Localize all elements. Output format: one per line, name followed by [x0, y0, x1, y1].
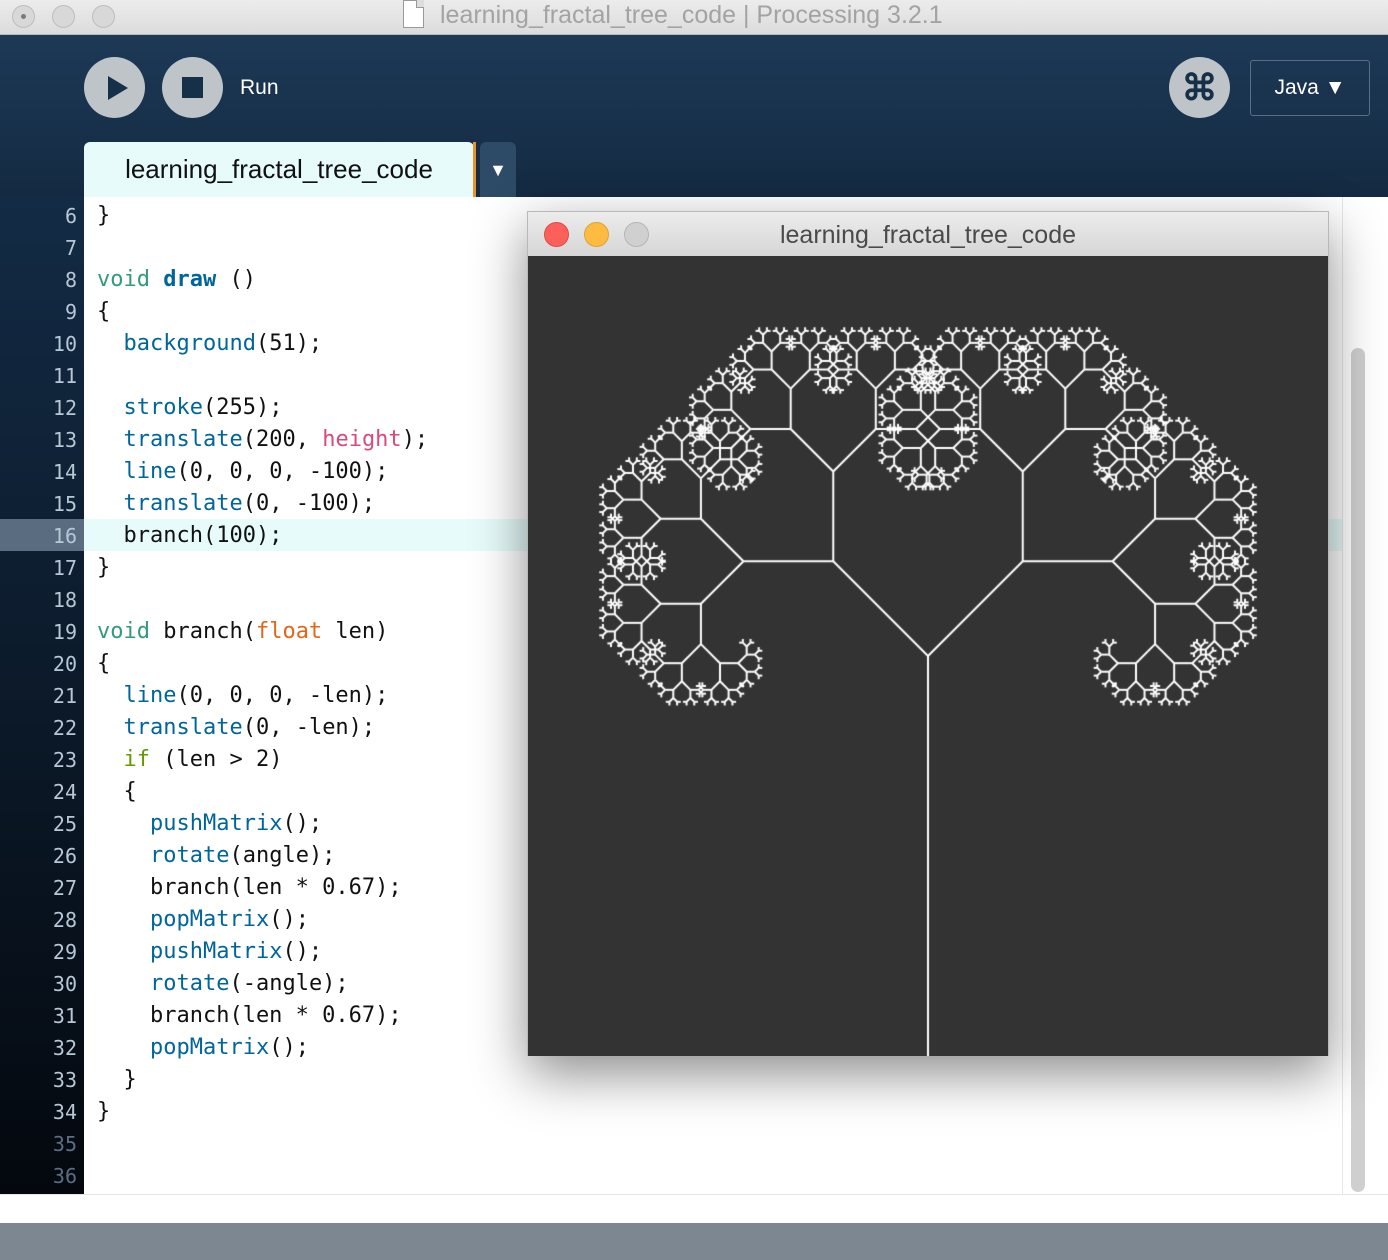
line-number: 32	[52, 1036, 77, 1060]
code-line[interactable]: branch(100);	[97, 520, 282, 552]
code-line[interactable]: {	[97, 776, 136, 808]
line-number: 22	[52, 716, 77, 740]
code-line[interactable]: {	[97, 648, 110, 680]
code-line[interactable]: line(0, 0, 0, -len);	[97, 680, 389, 712]
code-line[interactable]: pushMatrix();	[97, 808, 322, 840]
line-number: 15	[52, 492, 77, 516]
line-number: 34	[52, 1100, 77, 1124]
code-line[interactable]: popMatrix();	[97, 904, 309, 936]
code-line[interactable]: background(51);	[97, 328, 323, 360]
line-number: 29	[52, 940, 77, 964]
mode-select[interactable]: Java ▼	[1250, 60, 1370, 116]
close-window-button[interactable]	[12, 5, 35, 28]
editor-scrollbar-thumb[interactable]	[1351, 348, 1365, 1192]
tab-modified-indicator	[473, 142, 476, 197]
line-number: 25	[52, 812, 77, 836]
line-number: 7	[64, 236, 77, 260]
line-number: 33	[52, 1068, 77, 1092]
tab-menu-button[interactable]: ▼	[480, 142, 516, 197]
line-number: 18	[52, 588, 77, 612]
sketch-window: learning_fractal_tree_code	[527, 211, 1329, 1056]
code-line[interactable]: pushMatrix();	[97, 936, 322, 968]
line-number: 13	[52, 428, 77, 452]
console-divider	[0, 1194, 1388, 1223]
code-line[interactable]: translate(200, height);	[97, 424, 429, 456]
minimize-window-button[interactable]	[52, 5, 75, 28]
line-number: 31	[52, 1004, 77, 1028]
line-number: 9	[64, 300, 77, 324]
line-number: 27	[52, 876, 77, 900]
code-line[interactable]: popMatrix();	[97, 1032, 309, 1064]
tab-learning-fractal-tree-code[interactable]: learning_fractal_tree_code	[84, 142, 474, 197]
code-line[interactable]: void branch(float len)	[97, 616, 388, 648]
debugger-icon[interactable]: ⌘	[1169, 57, 1230, 118]
line-number: 8	[64, 268, 77, 292]
line-number: 12	[52, 396, 77, 420]
code-line[interactable]: line(0, 0, 0, -100);	[97, 456, 389, 488]
code-line[interactable]: }	[97, 552, 110, 584]
window-title: learning_fractal_tree_code | Processing …	[440, 1, 943, 29]
line-number: 23	[52, 748, 77, 772]
stop-button[interactable]	[162, 57, 223, 118]
document-icon	[403, 0, 424, 28]
run-button[interactable]	[84, 57, 145, 118]
code-line[interactable]: rotate(-angle);	[97, 968, 349, 1000]
zoom-window-button[interactable]	[92, 5, 115, 28]
code-line[interactable]: rotate(angle);	[97, 840, 335, 872]
sketch-titlebar: learning_fractal_tree_code	[528, 212, 1328, 257]
line-number: 6	[64, 204, 77, 228]
code-line[interactable]: {	[97, 296, 110, 328]
run-label: Run	[240, 76, 279, 99]
code-line[interactable]: if (len > 2)	[97, 744, 283, 776]
window-titlebar: learning_fractal_tree_code | Processing …	[0, 0, 1388, 35]
line-number: 35	[52, 1132, 77, 1156]
editor-scrollbar[interactable]	[1342, 197, 1388, 1223]
line-number: 10	[52, 332, 77, 356]
line-number: 20	[52, 652, 77, 676]
ide-header: Run ⌘ Java ▼ learning_fractal_tree_code …	[0, 35, 1388, 197]
sketch-title: learning_fractal_tree_code	[779, 221, 1077, 249]
code-line[interactable]: stroke(255);	[97, 392, 283, 424]
code-line[interactable]: branch(len * 0.67);	[97, 872, 402, 904]
code-line[interactable]: translate(0, -100);	[97, 488, 376, 520]
fractal-tree-canvas	[528, 256, 1328, 1056]
code-line[interactable]: }	[97, 1064, 136, 1096]
code-line[interactable]: branch(len * 0.67);	[97, 1000, 402, 1032]
line-number: 24	[52, 780, 77, 804]
line-number: 28	[52, 908, 77, 932]
line-number: 26	[52, 844, 77, 868]
line-number: 17	[52, 556, 77, 580]
line-number: 14	[52, 460, 77, 484]
code-line[interactable]: void draw ()	[97, 264, 256, 296]
line-number: 11	[52, 364, 77, 388]
line-number: 19	[52, 620, 77, 644]
line-number: 36	[52, 1164, 77, 1188]
code-line[interactable]: }	[97, 1096, 110, 1128]
line-number: 30	[52, 972, 77, 996]
tab-label: learning_fractal_tree_code	[125, 154, 433, 184]
line-number: 16	[52, 524, 77, 548]
code-line[interactable]: translate(0, -len);	[97, 712, 376, 744]
line-number: 21	[52, 684, 77, 708]
code-line[interactable]: }	[97, 200, 110, 232]
